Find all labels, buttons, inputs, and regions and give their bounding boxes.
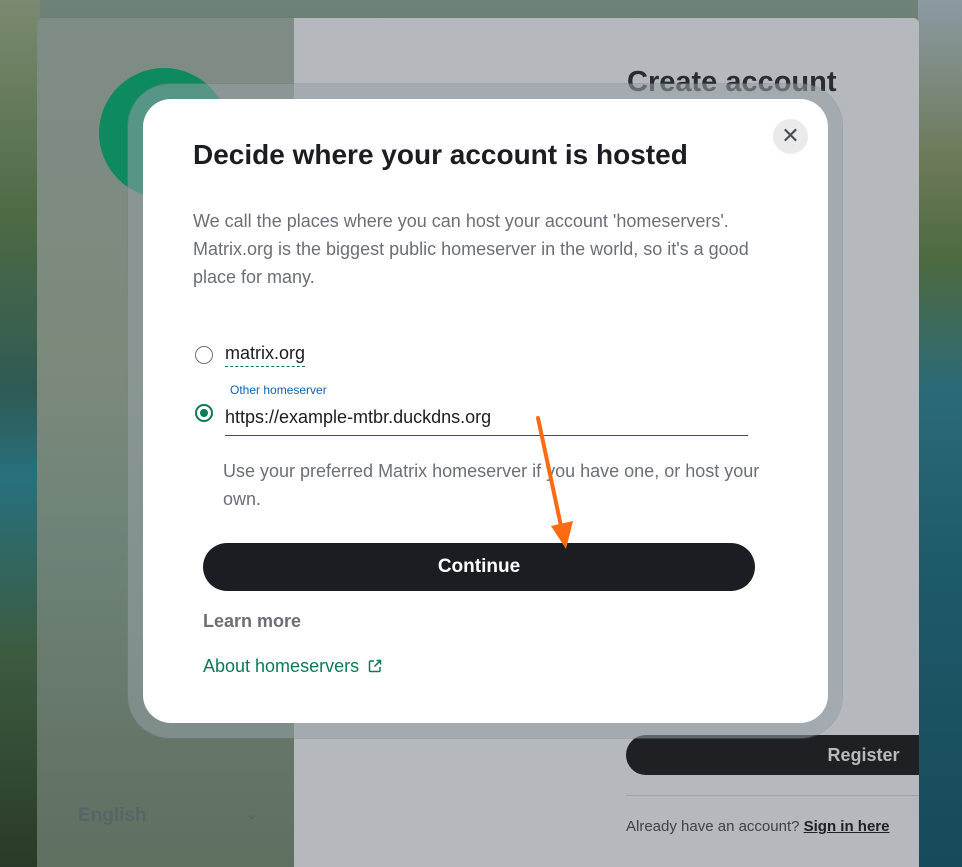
about-homeservers-label: About homeservers [203,656,360,676]
about-homeservers-link[interactable]: About homeservers [203,656,382,677]
already-text: Already have an account? [626,818,800,835]
dialog-description: We call the places where you can host yo… [193,211,749,287]
background-scenery-left [0,0,40,867]
radio-other-homeserver[interactable] [195,404,213,422]
close-button[interactable]: ✕ [773,119,808,154]
background-scenery-right [918,0,962,867]
radio-matrix-org[interactable] [195,346,213,364]
option-matrix-org[interactable]: matrix.org [225,343,306,367]
chevron-down-icon: ⌄ [245,806,258,823]
sign-in-prompt: Already have an account? Sign in here [626,818,889,835]
homeserver-url-input[interactable] [225,400,748,436]
language-selector[interactable]: English ⌄ [78,805,258,827]
sign-in-link[interactable]: Sign in here [804,818,890,835]
learn-more-heading: Learn more [203,611,302,631]
divider [626,795,919,796]
other-homeserver-label: Other homeserver [228,383,329,397]
homeserver-help-text: Use your preferred Matrix homeserver if … [223,461,760,509]
dialog-title: Decide where your account is hosted [193,139,688,170]
language-label: English [78,805,147,826]
continue-button[interactable]: Continue [203,543,755,591]
external-link-icon [368,659,382,673]
register-button[interactable]: Register [626,735,919,775]
